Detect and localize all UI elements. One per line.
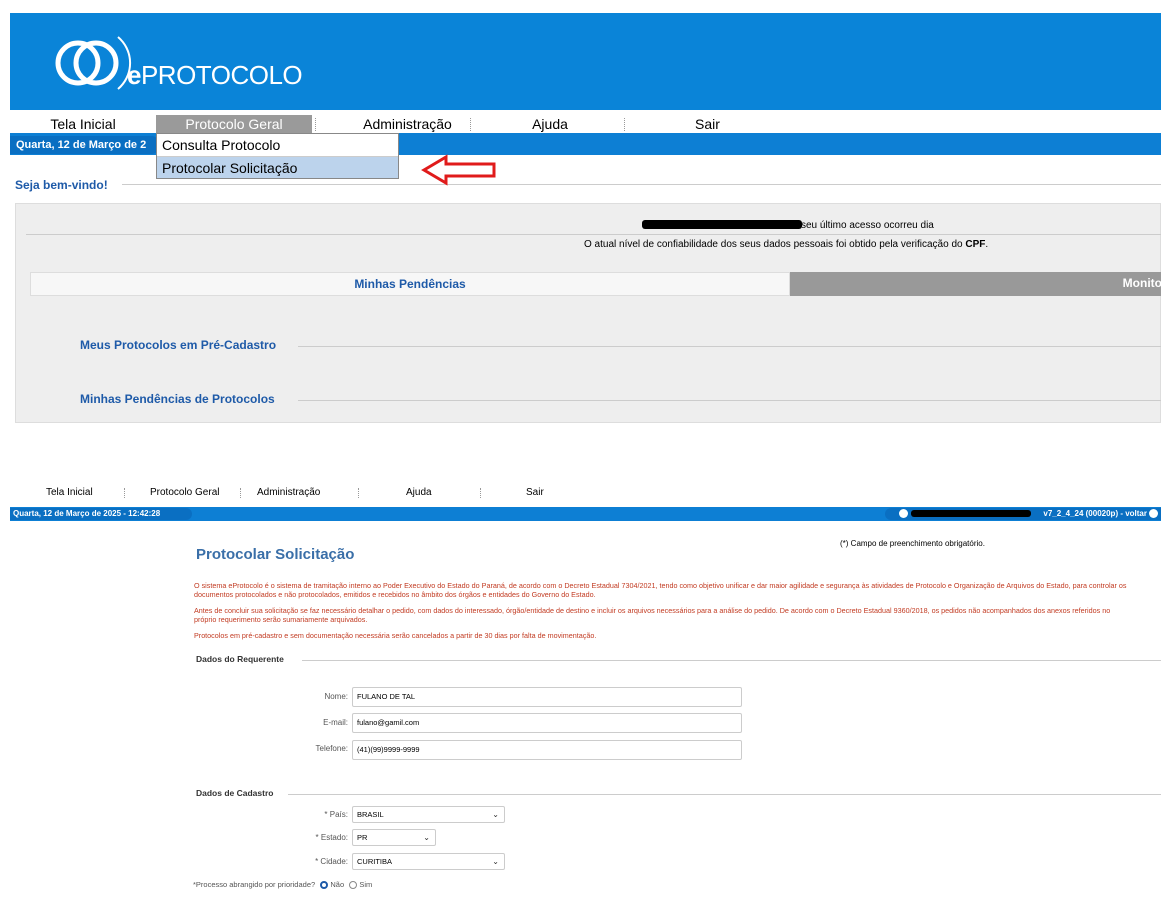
menu-protocolo-geral[interactable]: Protocolo Geral bbox=[150, 486, 219, 500]
divider bbox=[122, 184, 1161, 185]
divider bbox=[288, 794, 1161, 795]
prioridade-question: *Processo abrangido por prioridade? Não … bbox=[193, 880, 372, 890]
red-arrow-icon bbox=[421, 154, 496, 186]
user-icon bbox=[899, 509, 908, 518]
menu-separator bbox=[124, 488, 125, 498]
menu-separator bbox=[358, 488, 359, 498]
section-dados-cadastro: Dados de Cadastro bbox=[196, 788, 274, 798]
estado-label: * Estado: bbox=[315, 833, 349, 842]
date-bar: Quarta, 12 de Março de 2025 - 12:42:28 v… bbox=[10, 507, 1161, 521]
menu-administracao[interactable]: Administração bbox=[340, 115, 475, 133]
menu-administracao[interactable]: Administração bbox=[257, 486, 320, 500]
description-paragraph: Protocolos em pré-cadastro e sem documen… bbox=[194, 631, 597, 640]
nome-field[interactable]: FULANO DE TAL bbox=[352, 687, 742, 707]
required-note: (*) Campo de preenchimento obrigatório. bbox=[840, 539, 985, 548]
welcome-text: Seja bem-vindo! bbox=[15, 178, 108, 192]
menu-sair[interactable]: Sair bbox=[660, 115, 755, 133]
chevron-down-icon: ⌄ bbox=[492, 810, 499, 819]
header-banner: ePROTOCOLO bbox=[10, 13, 1161, 110]
section-pre-cadastro[interactable]: Meus Protocolos em Pré-Cadastro bbox=[80, 338, 276, 352]
menu-separator bbox=[315, 118, 316, 131]
protocolo-geral-dropdown: Consulta Protocolo Protocolar Solicitaçã… bbox=[156, 133, 399, 179]
app-name: ePROTOCOLO bbox=[127, 60, 303, 90]
divider bbox=[298, 400, 1161, 401]
description-paragraph: O sistema eProtocolo é o sistema de tram… bbox=[194, 581, 1127, 599]
radio-sim-label[interactable]: Sim bbox=[359, 880, 372, 889]
bottom-screenshot: Tela Inicial Protocolo Geral Administraç… bbox=[10, 482, 1161, 901]
pais-label: * País: bbox=[324, 810, 348, 819]
last-access-text: seu último acesso ocorreu dia bbox=[801, 220, 934, 231]
user-info-bar: v7_2_4_24 (00020p) - voltar bbox=[885, 508, 1161, 520]
dashboard-panel: seu último acesso ocorreu dia O atual ní… bbox=[15, 203, 1161, 423]
cidade-label: * Cidade: bbox=[315, 857, 348, 866]
divider bbox=[26, 234, 1161, 235]
main-menu: Tela Inicial Protocolo Geral Administraç… bbox=[10, 486, 1161, 500]
radio-nao[interactable] bbox=[320, 881, 329, 890]
cidade-select[interactable]: CURITIBA ⌄ bbox=[352, 853, 505, 870]
telefone-field[interactable]: (41)(99)9999-9999 bbox=[352, 740, 742, 760]
back-icon[interactable] bbox=[1149, 509, 1158, 519]
menu-item-consulta-protocolo[interactable]: Consulta Protocolo bbox=[157, 134, 398, 156]
page-title: Protocolar Solicitação bbox=[196, 546, 355, 563]
menu-sair[interactable]: Sair bbox=[526, 486, 544, 500]
telefone-label: Telefone: bbox=[315, 744, 348, 753]
top-screenshot: ePROTOCOLO Tela Inicial Protocolo Geral … bbox=[10, 13, 1161, 423]
radio-nao-label[interactable]: Não bbox=[330, 880, 344, 889]
tab-monitor[interactable]: Monito bbox=[790, 272, 1161, 296]
section-dados-requerente: Dados do Requerente bbox=[196, 654, 284, 664]
divider bbox=[302, 660, 1161, 661]
menu-ajuda[interactable]: Ajuda bbox=[406, 486, 432, 500]
menu-item-protocolar-solicitacao[interactable]: Protocolar Solicitação bbox=[157, 156, 398, 178]
menu-separator bbox=[480, 488, 481, 498]
description-paragraph: Antes de concluir sua solicitação se faz… bbox=[194, 606, 1111, 624]
nome-label: Nome: bbox=[324, 692, 348, 701]
menu-tela-inicial[interactable]: Tela Inicial bbox=[10, 115, 156, 133]
radio-sim[interactable] bbox=[349, 881, 358, 890]
menu-separator bbox=[240, 488, 241, 498]
section-pendencias-protocolos[interactable]: Minhas Pendências de Protocolos bbox=[80, 392, 275, 406]
current-date: Quarta, 12 de Março de 2025 - 12:42:28 bbox=[10, 508, 192, 520]
redacted-user bbox=[911, 510, 1031, 517]
current-date: Quarta, 12 de Março de 2 bbox=[10, 136, 160, 154]
chevron-down-icon: ⌄ bbox=[492, 857, 499, 866]
email-field[interactable]: fulano@gamil.com bbox=[352, 713, 742, 733]
menu-separator bbox=[624, 118, 625, 131]
pais-select[interactable]: BRASIL ⌄ bbox=[352, 806, 505, 823]
tab-minhas-pendencias[interactable]: Minhas Pendências bbox=[30, 272, 790, 296]
chevron-down-icon: ⌄ bbox=[423, 833, 430, 842]
eprotocolo-logo-icon bbox=[55, 36, 132, 90]
trust-level-text: O atual nível de confiabilidade dos seus… bbox=[584, 239, 989, 250]
menu-separator bbox=[470, 118, 471, 131]
estado-select[interactable]: PR ⌄ bbox=[352, 829, 436, 846]
menu-ajuda[interactable]: Ajuda bbox=[490, 115, 610, 133]
menu-tela-inicial[interactable]: Tela Inicial bbox=[46, 486, 93, 500]
main-menu: Tela Inicial Protocolo Geral Administraç… bbox=[10, 115, 1161, 133]
menu-protocolo-geral[interactable]: Protocolo Geral bbox=[156, 115, 312, 133]
redacted-name bbox=[642, 220, 802, 229]
divider bbox=[298, 346, 1161, 347]
email-label: E-mail: bbox=[323, 718, 348, 727]
prioridade-label: *Processo abrangido por prioridade? bbox=[193, 880, 316, 889]
version-text[interactable]: v7_2_4_24 (00020p) - voltar bbox=[1043, 509, 1147, 518]
